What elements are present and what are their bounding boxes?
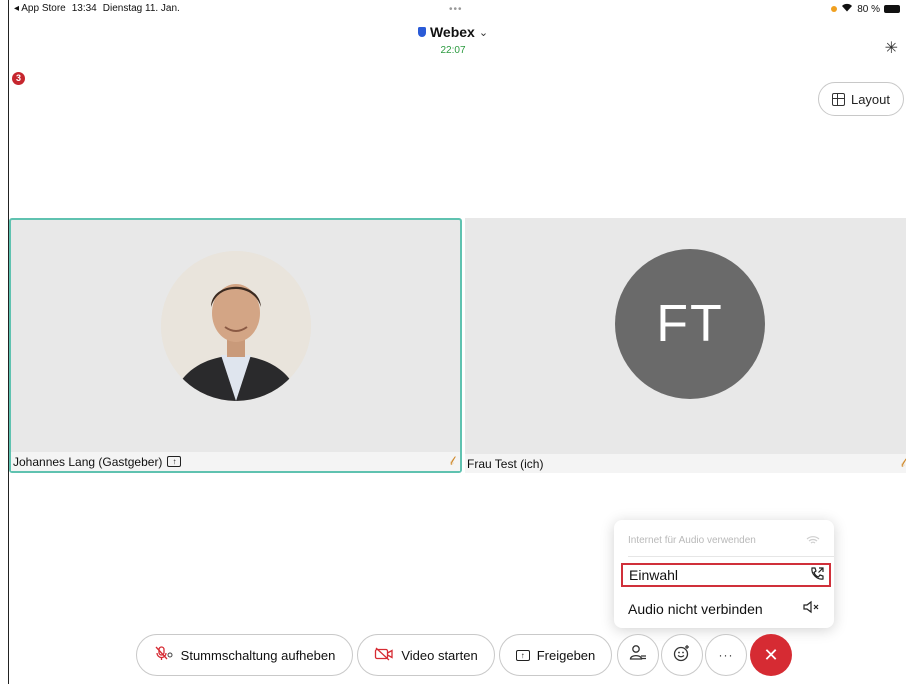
share-button-label: Freigeben bbox=[536, 647, 596, 663]
wifi-icon bbox=[841, 3, 853, 15]
start-video-button-label: Video starten bbox=[401, 647, 478, 663]
phone-callout-icon bbox=[809, 566, 825, 585]
start-video-button[interactable]: Video starten bbox=[357, 634, 495, 676]
menu-item-label: Einwahl bbox=[629, 567, 679, 583]
battery-icon bbox=[884, 5, 900, 13]
more-options-button[interactable]: ··· bbox=[705, 634, 747, 676]
muted-mic-icon bbox=[154, 645, 174, 665]
menu-item-internet-audio: Internet für Audio verwenden bbox=[628, 532, 820, 548]
layout-button-label: Layout bbox=[850, 91, 891, 107]
unmute-button-label: Stummschaltung aufheben bbox=[180, 647, 336, 663]
status-date: Dienstag 11. Jan. bbox=[102, 3, 180, 14]
muted-mic-icon: 𝓁 bbox=[901, 456, 905, 470]
audio-options-menu: Internet für Audio verwenden Einwahl Aud… bbox=[614, 520, 834, 628]
participants-button[interactable] bbox=[617, 634, 659, 676]
menu-item-label: Audio nicht verbinden bbox=[628, 600, 763, 617]
app-title: Webex bbox=[429, 24, 475, 40]
video-off-icon bbox=[374, 647, 394, 664]
participant-initials-avatar: FT bbox=[615, 249, 765, 399]
notification-badge[interactable]: 3 bbox=[12, 72, 25, 85]
back-to-app-link[interactable]: ◂ App Store bbox=[14, 3, 66, 14]
participant-tile-self[interactable]: FT Frau Test (ich) 𝓁 bbox=[465, 218, 906, 473]
status-indicators: 80 % bbox=[831, 3, 900, 15]
participant-name-bar: Johannes Lang (Gastgeber) ↑ 𝓁 bbox=[11, 452, 460, 471]
battery-percent: 80 % bbox=[857, 3, 880, 15]
call-timer: 22:07 bbox=[440, 45, 466, 56]
participant-name-bar: Frau Test (ich) 𝓁 bbox=[465, 454, 906, 473]
menu-divider bbox=[628, 556, 834, 557]
share-button[interactable]: ↑ Freigeben bbox=[499, 634, 612, 676]
chevron-down-icon: ⌄ bbox=[478, 26, 489, 39]
meeting-header: Webex ⌄ 22:07 bbox=[0, 24, 906, 56]
emoji-add-icon bbox=[673, 644, 691, 666]
layout-button[interactable]: Layout bbox=[818, 82, 904, 116]
muted-mic-icon: 𝓁 bbox=[450, 454, 454, 468]
menu-item-label: Internet für Audio verwenden bbox=[628, 534, 756, 546]
grid-layout-icon bbox=[831, 92, 845, 106]
share-screen-icon: ↑ bbox=[515, 649, 530, 661]
mic-in-use-indicator-icon bbox=[831, 6, 838, 12]
menu-item-no-audio[interactable]: Audio nicht verbinden bbox=[628, 600, 820, 617]
status-bar: ◂ App Store 13:34 Dienstag 11. Jan. bbox=[14, 3, 180, 14]
menu-item-dial-in[interactable]: Einwahl bbox=[621, 563, 831, 587]
status-time: 13:34 bbox=[71, 3, 97, 14]
reactions-button[interactable] bbox=[661, 634, 703, 676]
participants-list-icon bbox=[629, 644, 647, 666]
secure-shield-icon bbox=[417, 27, 426, 37]
participant-photo-avatar bbox=[161, 251, 311, 401]
wifi-icon bbox=[806, 532, 820, 548]
participant-name: Johannes Lang (Gastgeber) bbox=[13, 454, 163, 469]
sharing-icon: ↑ bbox=[167, 456, 182, 467]
multitasking-grabber[interactable]: ••• bbox=[449, 4, 463, 15]
app-title-dropdown[interactable]: Webex ⌄ bbox=[417, 24, 489, 40]
participant-name: Frau Test (ich) bbox=[467, 456, 544, 471]
bluetooth-icon[interactable]: ✳ bbox=[885, 38, 898, 58]
end-call-button[interactable]: ✕ bbox=[750, 634, 792, 676]
unmute-button[interactable]: Stummschaltung aufheben bbox=[136, 634, 353, 676]
participant-tile-host[interactable]: Johannes Lang (Gastgeber) ↑ 𝓁 bbox=[9, 218, 462, 473]
close-icon: ✕ bbox=[763, 644, 779, 665]
speaker-off-icon bbox=[802, 600, 820, 617]
